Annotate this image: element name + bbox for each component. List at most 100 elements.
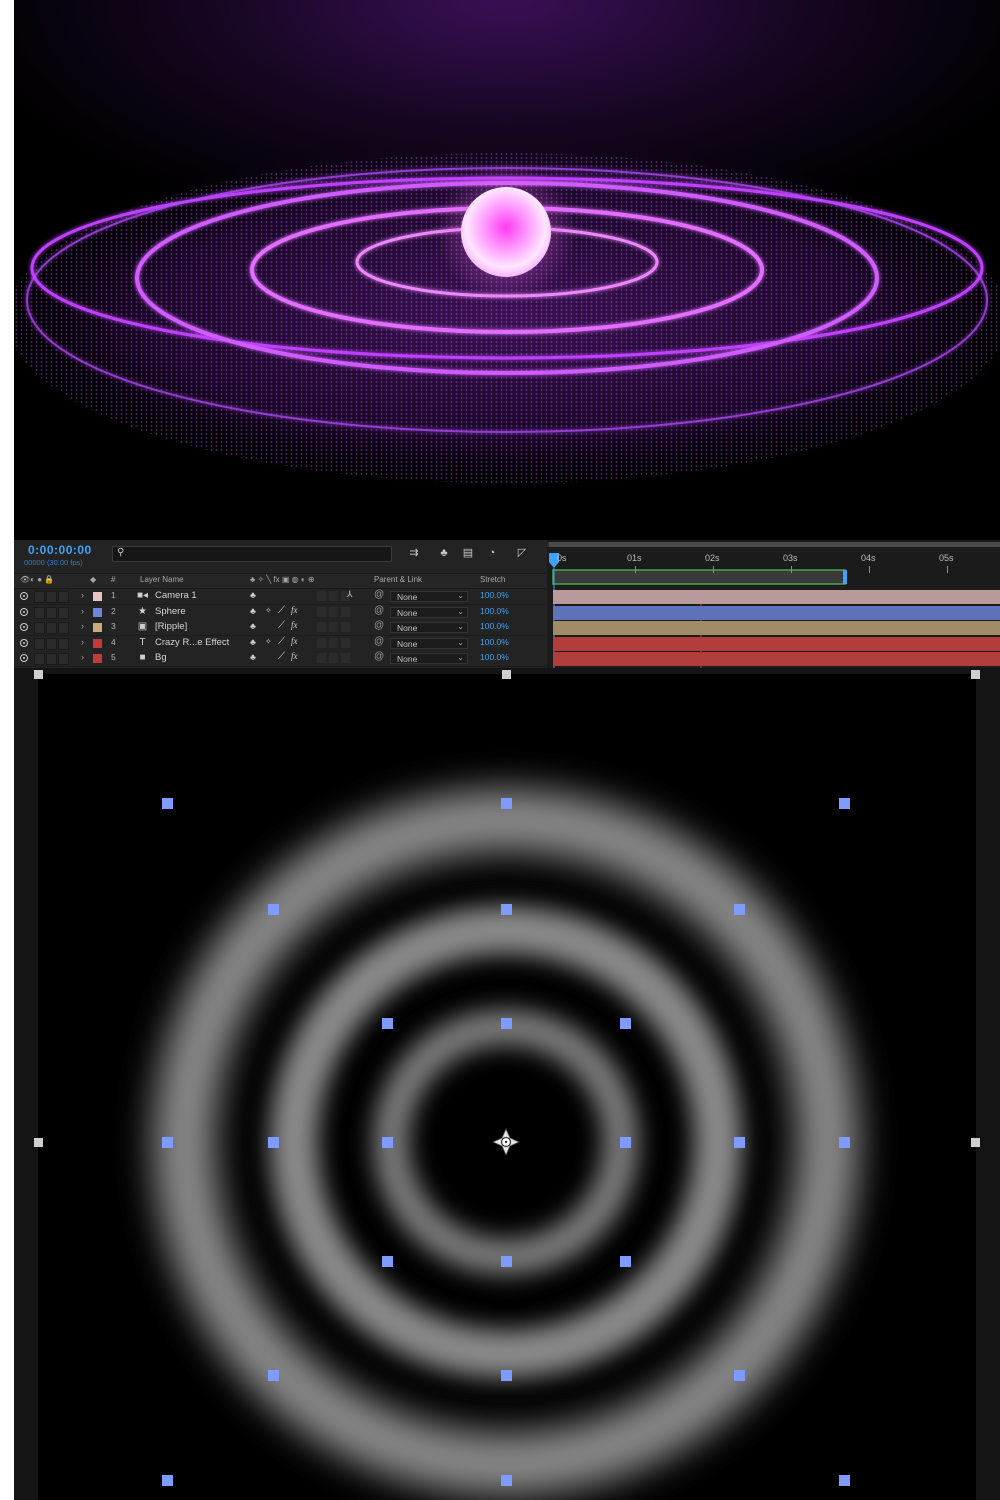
collapse-switch-icon[interactable]: ✧ xyxy=(265,606,272,615)
solo-toggle[interactable] xyxy=(46,606,57,619)
lock-toggle[interactable] xyxy=(58,653,69,665)
expand-chevron-icon[interactable]: › xyxy=(81,590,84,600)
lock-toggle[interactable] xyxy=(58,591,69,603)
motion-blur-switch[interactable] xyxy=(329,653,338,663)
adjustment-switch[interactable] xyxy=(341,606,350,617)
3d-layer-icon[interactable]: ⅄ xyxy=(347,589,353,600)
layer-name-column-header[interactable]: Layer Name xyxy=(140,575,184,584)
label-color-swatch[interactable] xyxy=(93,623,102,632)
motion-blur-switch[interactable] xyxy=(329,637,338,648)
shy-switch-icon[interactable]: ♣ xyxy=(250,652,256,662)
expand-chevron-icon[interactable]: › xyxy=(81,652,84,662)
label-color-swatch[interactable] xyxy=(93,607,102,617)
adjustment-switch[interactable] xyxy=(341,653,350,663)
shy-switch-icon[interactable]: ♣ xyxy=(250,590,256,600)
pick-whip-icon[interactable]: @ xyxy=(374,651,384,662)
layer-row[interactable]: › 1 ■◂ Camera 1 ♣ ⅄ @ None ⌄ 100.0% xyxy=(14,589,546,605)
layer-row[interactable]: › 4 T Crazy R...e Effect ♣ ✧ ⟋ fx @ None … xyxy=(14,635,546,652)
visibility-eye-icon[interactable] xyxy=(20,607,28,616)
layer-name[interactable]: Bg xyxy=(155,652,167,663)
stretch-value[interactable]: 100.0% xyxy=(480,590,509,600)
layer-name[interactable]: Sphere xyxy=(155,606,186,617)
layer-row[interactable]: › 5 ■ Bg ♣ ⟋ fx @ None ⌄ 100.0% xyxy=(14,651,546,667)
quality-switch-icon[interactable]: ⟋ xyxy=(278,620,285,631)
frame-blend-switch[interactable] xyxy=(317,591,326,601)
composition-mini-flowchart-icon[interactable]: ⇉ xyxy=(406,546,422,560)
stretch-value[interactable]: 100.0% xyxy=(480,621,509,631)
effects-switch-icon[interactable]: fx xyxy=(291,605,298,615)
solo-toggle[interactable] xyxy=(46,637,57,650)
stretch-value[interactable]: 100.0% xyxy=(480,606,509,616)
parent-dropdown[interactable]: None ⌄ xyxy=(390,622,468,633)
layer-name[interactable]: Camera 1 xyxy=(155,590,197,601)
label-color-swatch[interactable] xyxy=(93,592,102,601)
frame-blending-icon[interactable]: ▤ xyxy=(460,546,476,560)
frame-blend-switch[interactable] xyxy=(317,606,326,617)
effects-switch-icon[interactable]: fx xyxy=(291,620,298,630)
solo-toggle[interactable] xyxy=(46,653,57,665)
lock-toggle[interactable] xyxy=(58,606,69,619)
work-area-end-handle[interactable] xyxy=(843,570,847,584)
audio-toggle[interactable] xyxy=(34,591,45,603)
motion-blur-switch[interactable] xyxy=(329,606,338,617)
expand-chevron-icon[interactable]: › xyxy=(81,606,84,616)
shy-switch-icon[interactable]: ♣ xyxy=(250,606,256,616)
motion-blur-icon[interactable]: ◔ xyxy=(484,546,500,560)
layer-duration-bar[interactable] xyxy=(553,605,1000,620)
stretch-value[interactable]: 100.0% xyxy=(480,652,509,662)
quality-switch-icon[interactable]: ⟋ xyxy=(278,636,285,647)
quality-switch-icon[interactable]: ⟋ xyxy=(278,651,285,662)
label-color-swatch[interactable] xyxy=(93,654,102,663)
parent-dropdown[interactable]: None ⌄ xyxy=(390,637,468,649)
effects-switch-icon[interactable]: fx xyxy=(291,636,298,646)
graph-editor-icon[interactable]: ◸ xyxy=(514,546,530,560)
quality-switch-icon[interactable]: ⟋ xyxy=(278,605,285,616)
pick-whip-icon[interactable]: @ xyxy=(374,620,384,631)
current-timecode[interactable]: 0:00:00:00 xyxy=(28,543,92,557)
frame-blend-switch[interactable] xyxy=(317,637,326,648)
expand-chevron-icon[interactable]: › xyxy=(81,621,84,631)
collapse-switch-icon[interactable]: ✧ xyxy=(265,637,272,646)
layer-name[interactable]: [Ripple] xyxy=(155,621,187,632)
effects-switch-icon[interactable]: fx xyxy=(291,651,298,661)
motion-blur-switch[interactable] xyxy=(329,622,338,632)
layer-row[interactable]: › 3 ▣ [Ripple] ♣ ⟋ fx @ None ⌄ 100.0% xyxy=(14,620,546,636)
work-area-bar[interactable] xyxy=(549,542,1000,547)
layer-duration-bar[interactable] xyxy=(553,652,1000,666)
solo-toggle[interactable] xyxy=(46,591,57,603)
pick-whip-icon[interactable]: @ xyxy=(374,589,384,600)
frame-blend-switch[interactable] xyxy=(317,622,326,632)
parent-dropdown[interactable]: None ⌄ xyxy=(390,606,468,618)
layer-duration-bar[interactable] xyxy=(553,590,1000,604)
shy-switch-icon[interactable]: ♣ xyxy=(250,621,256,631)
visibility-eye-icon[interactable] xyxy=(20,654,28,662)
pick-whip-icon[interactable]: @ xyxy=(374,605,384,616)
audio-toggle[interactable] xyxy=(34,622,45,634)
work-area-range[interactable] xyxy=(552,569,846,585)
layer-duration-bar[interactable] xyxy=(553,636,1000,651)
lock-toggle[interactable] xyxy=(58,637,69,650)
shy-switch-icon[interactable]: ♣ xyxy=(250,637,256,647)
label-color-swatch[interactable] xyxy=(93,638,102,648)
solo-toggle[interactable] xyxy=(46,622,57,634)
frame-blend-switch[interactable] xyxy=(317,653,326,663)
pick-whip-icon[interactable]: @ xyxy=(374,636,384,647)
parent-dropdown[interactable]: None ⌄ xyxy=(390,591,468,602)
layer-search-input[interactable]: ⚲ xyxy=(112,546,392,562)
layer-duration-bar[interactable] xyxy=(553,621,1000,635)
motion-blur-switch[interactable] xyxy=(329,591,338,601)
expand-chevron-icon[interactable]: › xyxy=(81,637,84,647)
layer-name[interactable]: Crazy R...e Effect xyxy=(155,637,229,648)
audio-toggle[interactable] xyxy=(34,606,45,619)
visibility-eye-icon[interactable] xyxy=(20,623,28,631)
layer-row[interactable]: › 2 ★ Sphere ♣ ✧ ⟋ fx @ None ⌄ 100.0% xyxy=(14,604,546,621)
lock-toggle[interactable] xyxy=(58,622,69,634)
stretch-value[interactable]: 100.0% xyxy=(480,637,509,647)
adjustment-switch[interactable] xyxy=(341,637,350,648)
parent-dropdown[interactable]: None ⌄ xyxy=(390,653,468,664)
visibility-eye-icon[interactable] xyxy=(20,638,28,647)
shy-layers-icon[interactable]: ♣ xyxy=(436,546,452,560)
audio-toggle[interactable] xyxy=(34,637,45,650)
adjustment-switch[interactable] xyxy=(341,622,350,632)
visibility-eye-icon[interactable] xyxy=(20,592,28,600)
